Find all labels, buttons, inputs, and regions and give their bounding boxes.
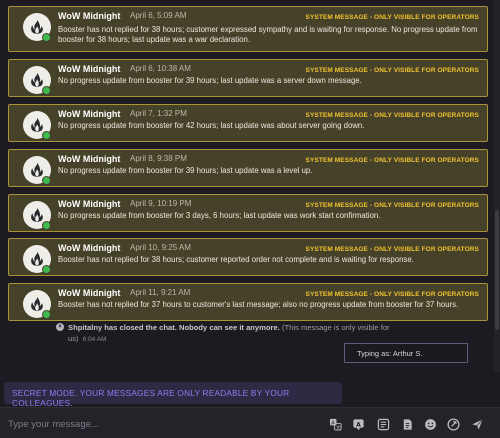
message-author: WoW Midnight [58,288,121,298]
message-input[interactable] [8,416,308,432]
translate-icon[interactable]: A文 [328,417,342,431]
scrollbar-thumb[interactable] [495,210,499,330]
assistant-icon[interactable]: A [351,417,365,431]
chat-closed-text: Shpitalny has closed the chat. Nobody ca… [68,323,280,332]
message-text: No progress update from booster for 3 da… [58,211,381,220]
message-text: No progress update from booster for 39 h… [58,76,362,85]
system-message: WoW Midnight April 11, 9:21 AM SYSTEM ME… [8,283,488,321]
chat-closed-notice: × Shpitalny has closed the chat. Nobody … [56,322,416,345]
attachment-icon[interactable] [446,417,460,431]
operator-only-notice: SYSTEM MESSAGE - ONLY VISIBLE FOR OPERAT… [305,67,479,74]
typing-as-indicator: Typing as: Arthur S. [344,343,468,363]
document-icon[interactable] [400,417,414,431]
shortcut-icon[interactable] [376,417,390,431]
message-timestamp: April 10, 9:25 AM [130,243,191,252]
operator-only-notice: SYSTEM MESSAGE - ONLY VISIBLE FOR OPERAT… [305,246,479,253]
message-text: Booster has not replied for 37 hours to … [58,300,459,309]
online-status-dot [42,86,51,95]
online-status-dot [42,33,51,42]
system-message: WoW Midnight April 7, 1:32 PM SYSTEM MES… [8,104,488,142]
emoji-icon[interactable] [423,417,437,431]
message-timestamp: April 6, 5:09 AM [130,11,187,20]
operator-only-notice: SYSTEM MESSAGE - ONLY VISIBLE FOR OPERAT… [305,14,479,21]
message-timestamp: April 7, 1:32 PM [130,109,187,118]
message-timestamp: April 11, 9:21 AM [130,288,191,297]
online-status-dot [42,265,51,274]
secret-mode-banner: SECRET MODE. YOUR MESSAGES ARE ONLY READ… [4,382,342,408]
system-message: WoW Midnight April 6, 5:09 AM SYSTEM MES… [8,6,488,52]
message-author: WoW Midnight [58,243,121,253]
online-status-dot [42,310,51,319]
message-composer: A文 A [0,407,500,438]
close-icon: × [56,323,64,331]
message-text: Booster has not replied for 38 hours; cu… [58,255,414,264]
message-author: WoW Midnight [58,11,121,21]
system-message: WoW Midnight April 6, 10:38 AM SYSTEM ME… [8,59,488,97]
operator-only-notice: SYSTEM MESSAGE - ONLY VISIBLE FOR OPERAT… [305,112,479,119]
message-author: WoW Midnight [58,64,121,74]
system-message: WoW Midnight April 8, 9:38 PM SYSTEM MES… [8,149,488,187]
online-status-dot [42,131,51,140]
message-text: No progress update from booster for 42 h… [58,121,365,130]
chat-history: WoW Midnight April 6, 5:09 AM SYSTEM MES… [0,0,494,372]
svg-text:文: 文 [336,424,341,431]
online-status-dot [42,176,51,185]
send-icon[interactable] [470,417,484,431]
message-author: WoW Midnight [58,199,121,209]
message-timestamp: 6:04 AM [82,336,107,343]
operator-only-notice: SYSTEM MESSAGE - ONLY VISIBLE FOR OPERAT… [305,157,479,164]
svg-text:A: A [356,421,361,428]
system-message: WoW Midnight April 9, 10:19 PM SYSTEM ME… [8,194,488,232]
operator-only-notice: SYSTEM MESSAGE - ONLY VISIBLE FOR OPERAT… [305,291,479,298]
online-status-dot [42,221,51,230]
system-message: WoW Midnight April 10, 9:25 AM SYSTEM ME… [8,238,488,276]
message-text: Booster has not replied for 38 hours; cu… [58,25,478,44]
chat-scrollbar[interactable] [494,0,500,372]
message-text: No progress update from booster for 39 h… [58,166,313,175]
message-timestamp: April 9, 10:19 PM [130,199,192,208]
message-author: WoW Midnight [58,109,121,119]
message-author: WoW Midnight [58,154,121,164]
operator-only-notice: SYSTEM MESSAGE - ONLY VISIBLE FOR OPERAT… [305,202,479,209]
message-timestamp: April 6, 10:38 AM [130,64,191,73]
message-timestamp: April 8, 9:38 PM [130,154,187,163]
